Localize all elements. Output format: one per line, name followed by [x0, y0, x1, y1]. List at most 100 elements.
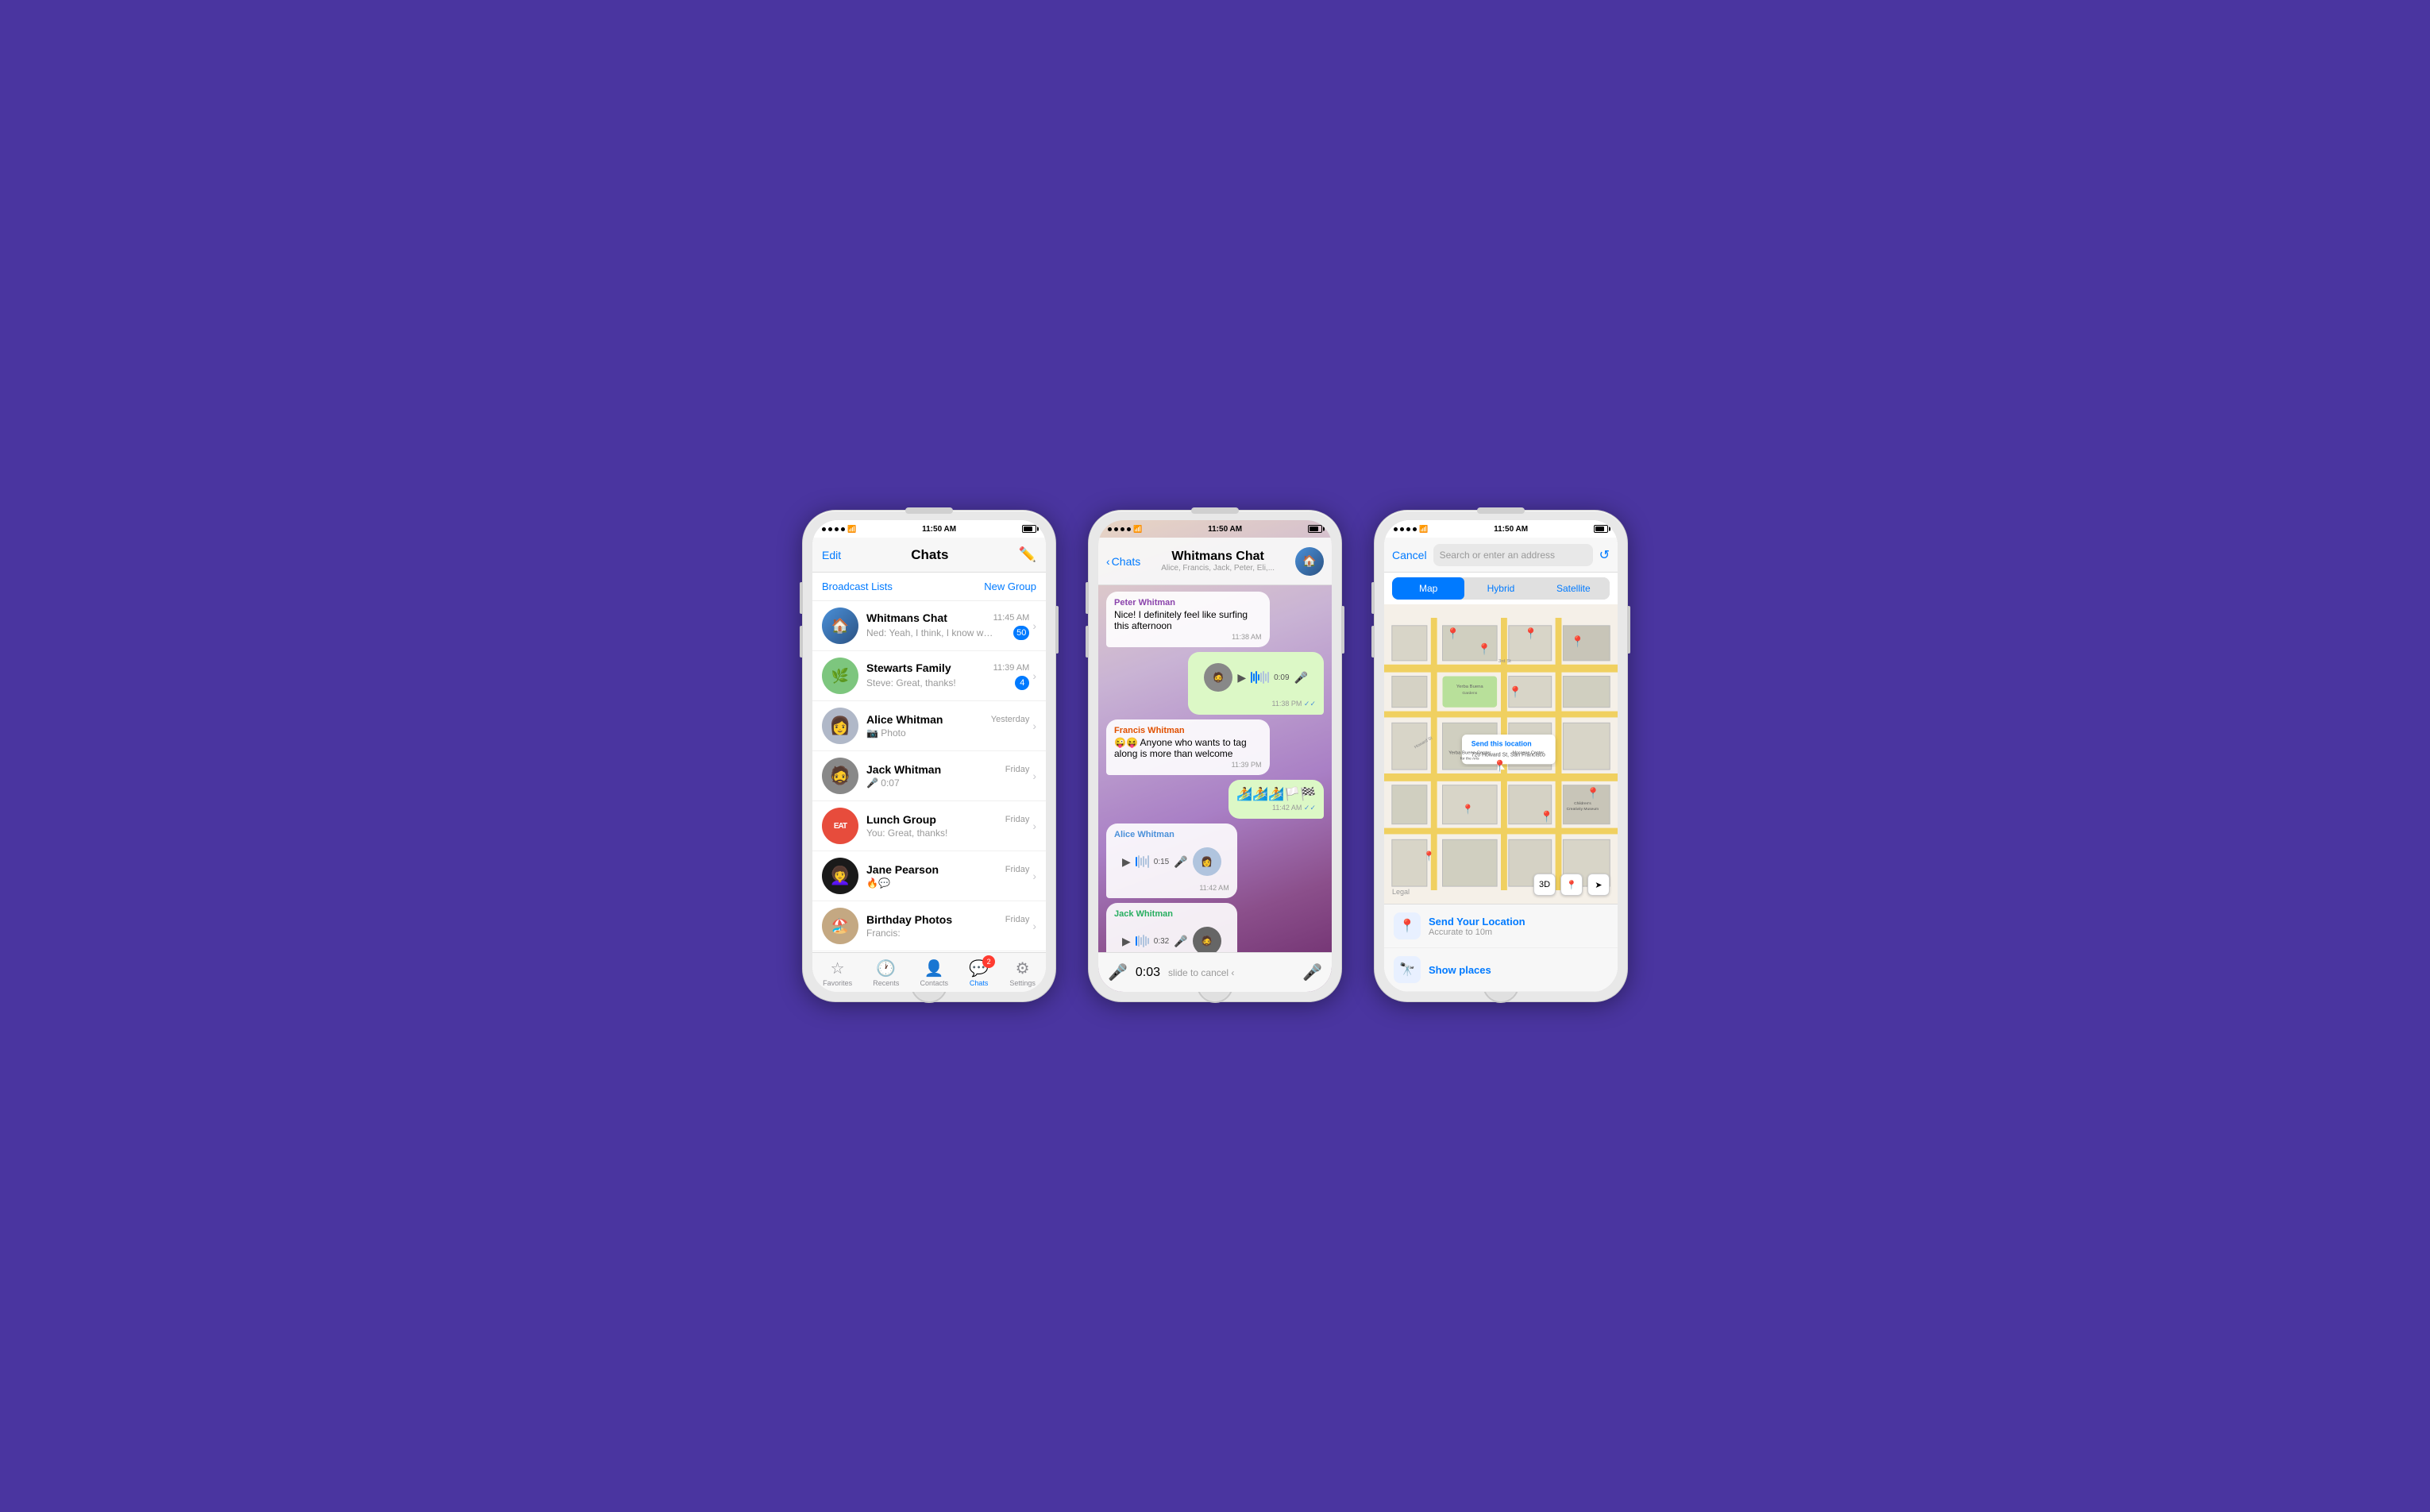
- map-type-map[interactable]: Map: [1392, 577, 1464, 600]
- pin-button[interactable]: 📍: [1560, 874, 1583, 896]
- tab-bar: ☆ Favorites 🕐 Recents 👤 Contacts 💬 2 Cha…: [812, 952, 1046, 992]
- alice-sender-name: Alice Whitman: [1114, 830, 1229, 839]
- tab-settings[interactable]: ⚙ Settings: [1009, 958, 1036, 987]
- show-places-text: Show places: [1429, 964, 1608, 976]
- map-search-placeholder: Search or enter an address: [1440, 550, 1555, 561]
- back-button[interactable]: ‹ Chats: [1106, 555, 1140, 568]
- map-bottom: 📍 Send Your Location Accurate to 10m 🔭 S…: [1384, 904, 1618, 992]
- play-icon-jack1[interactable]: ▶: [1122, 935, 1131, 948]
- waveform-alice: [1136, 854, 1149, 869]
- send-location-sub: Accurate to 10m: [1429, 928, 1608, 937]
- tab-favorites[interactable]: ☆ Favorites: [823, 958, 852, 987]
- svg-text:Children's: Children's: [1574, 801, 1591, 806]
- msg-alice-audio: Alice Whitman ▶ 0:15 🎤 👩 11:42 AM: [1106, 824, 1237, 898]
- chat-preview-stewarts: Steve: Great, thanks!: [866, 677, 956, 688]
- 3d-button[interactable]: 3D: [1533, 874, 1556, 896]
- phone3: 📶 11:50 AM Cancel Search or enter an add…: [1374, 510, 1628, 1002]
- chevron-jack: ›: [1032, 770, 1036, 782]
- chat-info-jack: Jack Whitman Friday 🎤 0:07: [866, 763, 1029, 789]
- alice-msg-time: 11:42 AM: [1114, 884, 1229, 892]
- show-places-icon: 🔭: [1394, 956, 1421, 983]
- duration-alice: 0:15: [1154, 858, 1169, 866]
- recording-bar: 🎤 0:03 slide to cancel ‹ 🎤: [1098, 952, 1332, 992]
- map-type-hybrid[interactable]: Hybrid: [1464, 577, 1537, 600]
- chat-item-jane[interactable]: 👩‍🦱 Jane Pearson Friday 🔥💬 ›: [812, 851, 1046, 901]
- peter-msg-text: Nice! I definitely feel like surfing thi…: [1114, 609, 1262, 631]
- chat-info-whitmans: Whitmans Chat 11:45 AM Ned: Yeah, I thin…: [866, 611, 1029, 640]
- chat-item-lunch[interactable]: EAT Lunch Group Friday You: Great, thank…: [812, 801, 1046, 851]
- phone1: 📶 11:50 AM Edit Chats ✏️ Broadcast Lists…: [802, 510, 1056, 1002]
- peter-sender-name: Peter Whitman: [1114, 598, 1262, 608]
- phone1-screen: 📶 11:50 AM Edit Chats ✏️ Broadcast Lists…: [812, 520, 1046, 992]
- p2-status-left: 📶: [1108, 525, 1142, 534]
- chat-item-birthday[interactable]: 🏖️ Birthday Photos Friday Francis: ›: [812, 901, 1046, 951]
- svg-text:Send this location: Send this location: [1472, 740, 1532, 748]
- phone1-status-bar: 📶 11:50 AM: [812, 520, 1046, 538]
- record-mic-icon[interactable]: 🎤: [1108, 962, 1128, 982]
- phone1-side-button: [1055, 606, 1059, 654]
- phone1-notch: [905, 507, 953, 514]
- edit-button[interactable]: Edit: [822, 549, 841, 561]
- p2-battery: [1308, 525, 1322, 533]
- signal-dot-4: [841, 527, 845, 531]
- svg-text:📍: 📍: [1524, 627, 1537, 641]
- play-icon-alice[interactable]: ▶: [1122, 855, 1131, 869]
- chat-item-alice[interactable]: 👩 Alice Whitman Yesterday 📷 Photo ›: [812, 701, 1046, 751]
- mic-right-icon[interactable]: 🎤: [1302, 962, 1322, 982]
- tab-contacts[interactable]: 👤 Contacts: [920, 958, 949, 987]
- wifi-icon: 📶: [847, 525, 856, 534]
- play-icon-sent1[interactable]: ▶: [1237, 671, 1246, 685]
- chat-time-birthday: Friday: [1005, 915, 1030, 924]
- map-navbar: Cancel Search or enter an address ↺: [1384, 538, 1618, 573]
- svg-text:📍: 📍: [1587, 786, 1600, 800]
- chat-name-alice: Alice Whitman: [866, 713, 943, 726]
- chat-name-whitmans: Whitmans Chat: [866, 611, 947, 624]
- contacts-icon: 👤: [924, 958, 944, 978]
- svg-text:Yerba Buena: Yerba Buena: [1456, 685, 1483, 689]
- p3-sig3: [1406, 527, 1410, 531]
- location-button[interactable]: ➤: [1587, 874, 1610, 896]
- chat-navbar: ‹ Chats Whitmans Chat Alice, Francis, Ja…: [1098, 538, 1332, 585]
- phone1-vol-up: [800, 582, 803, 614]
- msg-sent-emoji: 🏄🏄🏄🏳️🏁 11:42 AM ✓✓: [1228, 780, 1324, 819]
- chat-item-whitmans[interactable]: 🏠 Whitmans Chat 11:45 AM Ned: Yeah, I th…: [812, 601, 1046, 651]
- phone2-vol-up: [1086, 582, 1089, 614]
- avatar-jane: 👩‍🦱: [822, 858, 858, 894]
- msg-jack-audio1: Jack Whitman ▶ 0:32 🎤 🧔 11:43 AM: [1106, 903, 1237, 952]
- back-label: Chats: [1112, 555, 1141, 568]
- status-time: 11:50 AM: [922, 525, 956, 534]
- avatar-whitmans: 🏠: [822, 608, 858, 644]
- send-location-title: Send Your Location: [1429, 916, 1608, 928]
- peter-msg-time: 11:38 AM: [1114, 633, 1262, 641]
- francis-msg-text: 😜😝 Anyone who wants to tag along is more…: [1114, 737, 1262, 759]
- chat-info-alice: Alice Whitman Yesterday 📷 Photo: [866, 713, 1029, 739]
- broadcast-lists-link[interactable]: Broadcast Lists: [822, 580, 893, 592]
- chevron-jane: ›: [1032, 870, 1036, 882]
- chat-nav-title: Whitmans Chat: [1140, 550, 1295, 564]
- send-your-location-row[interactable]: 📍 Send Your Location Accurate to 10m: [1384, 904, 1618, 948]
- new-group-link[interactable]: New Group: [984, 580, 1036, 592]
- chat-item-stewarts[interactable]: 🌿 Stewarts Family 11:39 AM Steve: Great,…: [812, 651, 1046, 701]
- refresh-icon[interactable]: ↺: [1599, 547, 1610, 563]
- compose-icon[interactable]: ✏️: [1019, 546, 1036, 563]
- chat-preview-jane: 🔥💬: [866, 878, 890, 889]
- broadcast-bar: Broadcast Lists New Group: [812, 573, 1046, 601]
- cancel-button[interactable]: Cancel: [1392, 549, 1427, 561]
- recents-label: Recents: [873, 979, 899, 987]
- chat-info-stewarts: Stewarts Family 11:39 AM Steve: Great, t…: [866, 662, 1029, 690]
- msg-peter-text: Peter Whitman Nice! I definitely feel li…: [1106, 592, 1270, 647]
- show-places-row[interactable]: 🔭 Show places: [1384, 948, 1618, 992]
- chat-time-stewarts: 11:39 AM: [993, 663, 1030, 673]
- chat-nav-avatar[interactable]: 🏠: [1295, 547, 1324, 576]
- map-type-satellite[interactable]: Satellite: [1537, 577, 1610, 600]
- jack-avatar1: 🧔: [1193, 927, 1221, 952]
- chat-item-jack[interactable]: 🧔 Jack Whitman Friday 🎤 0:07 ›: [812, 751, 1046, 801]
- map-search-field[interactable]: Search or enter an address: [1433, 544, 1593, 566]
- svg-text:Creativity Museum: Creativity Museum: [1567, 807, 1599, 812]
- tab-recents[interactable]: 🕐 Recents: [873, 958, 899, 987]
- audio-bubble-alice: ▶ 0:15 🎤 👩: [1114, 843, 1229, 881]
- chats-title: Chats: [911, 547, 948, 563]
- chat-name-lunch: Lunch Group: [866, 813, 936, 826]
- msg-sent-audio1: 🧔 ▶ 0:09 🎤 11:38 PM ✓✓: [1188, 652, 1324, 715]
- tab-chats[interactable]: 💬 2 Chats: [969, 958, 989, 987]
